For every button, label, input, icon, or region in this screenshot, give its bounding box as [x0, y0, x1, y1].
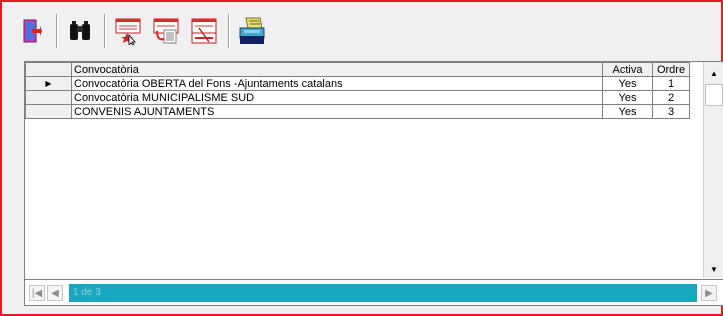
table-row[interactable]: Convocatòria MUNICIPALISME SUD Yes 2: [25, 90, 690, 105]
record-navigator: |◀ ◀ 1 de 3 ▶: [25, 279, 723, 305]
cell-convocatoria[interactable]: CONVENIS AJUNTAMENTS: [71, 104, 603, 119]
current-row-indicator-icon: ▶: [25, 76, 72, 91]
column-header-ordre[interactable]: Ordre: [652, 62, 690, 77]
scroll-down-icon[interactable]: ▼: [704, 260, 723, 278]
new-record-icon: [115, 18, 141, 45]
cell-activa[interactable]: Yes: [602, 104, 653, 119]
scroll-thumb[interactable]: [705, 84, 723, 106]
copy-record-button[interactable]: [150, 14, 182, 48]
column-header-convocatoria[interactable]: Convocatòria: [71, 62, 603, 77]
record-position-text: 1 de 3: [73, 287, 101, 298]
next-record-icon[interactable]: ▶: [701, 285, 717, 301]
cell-ordre[interactable]: 2: [652, 90, 690, 105]
cell-activa[interactable]: Yes: [602, 90, 653, 105]
table-row[interactable]: CONVENIS AJUNTAMENTS Yes 3: [25, 104, 690, 119]
last-record-icon[interactable]: [719, 285, 723, 301]
column-header-activa[interactable]: Activa: [602, 62, 653, 77]
header-row: Convocatòria Activa Ordre: [25, 62, 690, 77]
row-indicator-header: [25, 62, 72, 77]
vertical-scrollbar[interactable]: ▲ ▼: [703, 62, 723, 278]
row-indicator: [25, 104, 72, 119]
previous-record-icon[interactable]: ◀: [47, 285, 63, 301]
new-record-button[interactable]: [112, 14, 144, 48]
toolbar-separator: [56, 14, 58, 48]
first-record-icon[interactable]: |◀: [29, 285, 45, 301]
print-icon: [239, 17, 265, 44]
search-button[interactable]: [64, 14, 96, 48]
toolbar-separator: [104, 14, 106, 48]
print-button[interactable]: [236, 14, 268, 48]
window-frame: Convocatòria Activa Ordre ▶ Convocatòria…: [0, 0, 723, 316]
record-position-bar[interactable]: 1 de 3: [69, 284, 697, 302]
cell-ordre[interactable]: 3: [652, 104, 690, 119]
toolbar-separator: [228, 14, 230, 48]
records-grid: Convocatòria Activa Ordre ▶ Convocatòria…: [24, 61, 723, 306]
row-indicator: [25, 90, 72, 105]
cell-convocatoria[interactable]: Convocatòria MUNICIPALISME SUD: [71, 90, 603, 105]
cell-ordre[interactable]: 1: [652, 76, 690, 91]
exit-icon: [23, 19, 42, 43]
cell-convocatoria[interactable]: Convocatòria OBERTA del Fons -Ajuntament…: [71, 76, 603, 91]
table-row[interactable]: ▶ Convocatòria OBERTA del Fons -Ajuntame…: [25, 76, 690, 91]
scroll-up-icon[interactable]: ▲: [704, 64, 723, 82]
toolbar: [16, 10, 706, 52]
copy-record-icon: [153, 18, 179, 44]
cell-activa[interactable]: Yes: [602, 76, 653, 91]
grid-body: Convocatòria Activa Ordre ▶ Convocatòria…: [25, 62, 701, 278]
records-table: Convocatòria Activa Ordre ▶ Convocatòria…: [25, 62, 690, 119]
delete-record-button[interactable]: [188, 14, 220, 48]
exit-button[interactable]: [16, 14, 48, 48]
delete-record-icon: [191, 18, 217, 44]
binoculars-search-icon: [70, 21, 90, 40]
